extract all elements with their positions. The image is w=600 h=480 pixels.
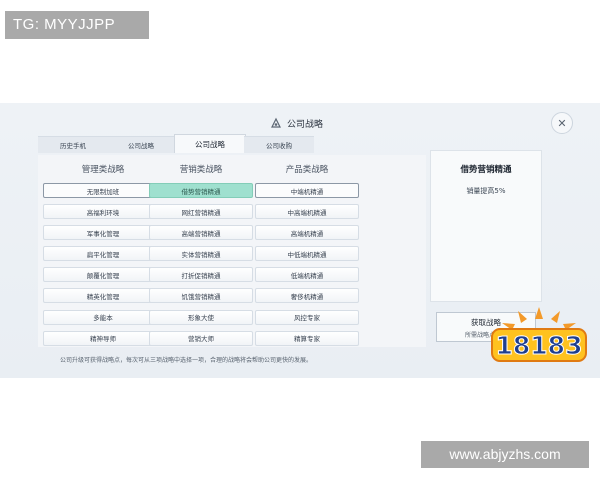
column-product: 产品类战略 中端机精通 中高端机精通 高端机精通 中低端机精通 低端机精通 奢侈…: [255, 155, 359, 352]
strategy-cell[interactable]: 中高端机精通: [255, 204, 359, 220]
tab-company-strategy[interactable]: 公司战略: [174, 134, 246, 153]
strategy-cell[interactable]: 精神导师: [43, 330, 163, 346]
strategy-cell[interactable]: 形象大使: [149, 309, 253, 325]
tab-company-scope[interactable]: 公司战略: [106, 136, 176, 153]
strategy-cell[interactable]: 高端营销精通: [149, 225, 253, 241]
detail-description: 销量提高5%: [466, 187, 506, 195]
strategy-cell[interactable]: 低端机精通: [255, 267, 359, 283]
site-logo: 18183: [491, 307, 587, 362]
strategy-detail-card: 借势营销精通 销量提高5%: [430, 150, 542, 302]
column-header-marketing: 营销类战略: [179, 165, 223, 175]
strategy-cell[interactable]: 军事化管理: [43, 225, 163, 241]
strategy-cell[interactable]: 奢侈机精通: [255, 288, 359, 304]
strategy-cell[interactable]: 实体营销精通: [149, 246, 253, 262]
detail-title: 借势营销精通: [460, 165, 512, 175]
strategy-grid: 管理类战略 无限制加班 高福利环境 军事化管理 扁平化管理 颠覆化管理 精英化管…: [38, 155, 426, 347]
column-marketing: 营销类战略 借势营销精通 网红营销精通 高端营销精通 实体营销精通 打折促销精通…: [149, 155, 253, 352]
strategy-cell[interactable]: 多能本: [43, 309, 163, 325]
strategy-cell[interactable]: 营销大师: [149, 330, 253, 346]
strategy-cell[interactable]: 中端机精通: [255, 183, 359, 198]
strategy-cell[interactable]: 精英化管理: [43, 288, 163, 304]
strategy-cell[interactable]: 风控专家: [255, 309, 359, 325]
column-header-product: 产品类战略: [285, 165, 329, 175]
close-button[interactable]: ✕: [551, 112, 573, 134]
close-icon: ✕: [557, 116, 567, 130]
dialog-title: 公司战略: [270, 115, 323, 131]
footnote: 公司升级可获得战略点，每次可从三项战略中选择一项，合理的战略将会帮助公司更快的发…: [60, 357, 313, 364]
tab-bar: 历史手机 公司战略 公司战略 公司收购: [38, 134, 314, 153]
strategy-cell[interactable]: 打折促销精通: [149, 267, 253, 283]
strategy-cell[interactable]: 颠覆化管理: [43, 267, 163, 283]
watermark-tg: TG: MYYJJPP: [5, 11, 149, 39]
sun-rays-icon: [502, 307, 576, 330]
strategy-cell[interactable]: 无限制加班: [43, 183, 163, 198]
strategy-cell[interactable]: 高福利环境: [43, 204, 163, 220]
dialog-title-text: 公司战略: [287, 119, 324, 130]
strategy-cell[interactable]: 中低端机精通: [255, 246, 359, 262]
column-header-management: 管理类战略: [81, 165, 125, 175]
tab-company-acquisition[interactable]: 公司收购: [244, 136, 314, 153]
strategy-cell[interactable]: 精算专家: [255, 330, 359, 346]
strategy-icon: [271, 117, 281, 128]
column-management: 管理类战略 无限制加班 高福利环境 军事化管理 扁平化管理 颠覆化管理 精英化管…: [43, 155, 163, 352]
strategy-cell[interactable]: 扁平化管理: [43, 246, 163, 262]
strategy-cell[interactable]: 饥饿营销精通: [149, 288, 253, 304]
watermark-url: www.abjyzhs.com: [421, 441, 589, 468]
strategy-cell[interactable]: 高端机精通: [255, 225, 359, 241]
strategy-cell[interactable]: 网红营销精通: [149, 204, 253, 220]
tab-history-phones[interactable]: 历史手机: [38, 136, 108, 153]
logo-text: 18183: [496, 331, 583, 360]
strategy-cell-selected[interactable]: 借势营销精通: [149, 183, 253, 198]
